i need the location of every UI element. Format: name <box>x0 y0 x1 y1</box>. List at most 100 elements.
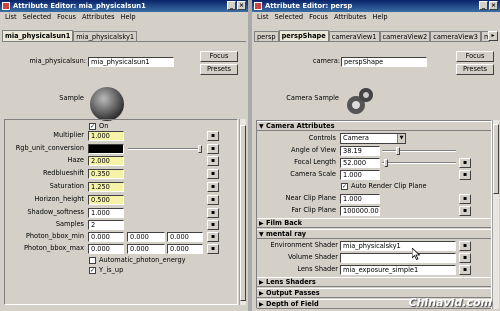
photon-bbox-min-z[interactable]: 0.000 <box>167 232 203 242</box>
photon-bbox-max-z[interactable]: 0.000 <box>167 244 203 254</box>
sample-label: Sample <box>59 94 84 102</box>
multiplier-map-button[interactable]: ▪ <box>207 131 219 141</box>
haze-field[interactable]: 2.000 <box>88 156 124 166</box>
film-back-section[interactable]: ▶ Film Back <box>257 218 491 228</box>
close-button[interactable]: × <box>489 1 498 10</box>
menu-help[interactable]: Help <box>373 12 388 23</box>
rgb-unit-slider[interactable] <box>128 145 202 153</box>
horizon-height-field[interactable]: 0.500 <box>88 195 124 205</box>
automatic-photon-energy-checkbox[interactable] <box>89 257 96 264</box>
presets-button[interactable]: Presets <box>456 64 494 75</box>
slider-knob[interactable] <box>198 145 202 153</box>
far-clip-field[interactable]: 100000.000 <box>340 206 380 216</box>
focal-length-map-button[interactable]: ▪ <box>459 158 471 168</box>
environment-shader-field[interactable]: mia_physicalsky1 <box>340 241 456 251</box>
angle-of-view-field[interactable]: 38.19 <box>340 146 380 156</box>
y-is-up-checkbox[interactable]: ✓ <box>89 267 96 274</box>
lens-shader-map-button[interactable]: ▪ <box>459 265 471 275</box>
saturation-map-button[interactable]: ▪ <box>207 182 219 192</box>
rgb-unit-swatch[interactable] <box>88 144 124 154</box>
rgb-unit-label: Rgb_unit_conversion <box>15 144 84 152</box>
scrollbar-thumb[interactable] <box>240 125 246 301</box>
lens-shaders-section[interactable]: ▶ Lens Shaders <box>257 277 491 287</box>
far-clip-map-button[interactable]: ▪ <box>459 206 471 216</box>
close-button[interactable]: × <box>237 1 246 10</box>
redblueshift-map-button[interactable]: ▪ <box>207 169 219 179</box>
menu-selected[interactable]: Selected <box>275 12 304 23</box>
camera-scale-field[interactable]: 1.000 <box>340 170 380 180</box>
camera-scale-label: Camera Scale <box>290 170 336 178</box>
camera-scale-map-button[interactable]: ▪ <box>459 170 471 180</box>
tab-persp[interactable]: persp <box>254 31 279 41</box>
tab-cameraview2[interactable]: cameraView2 <box>379 31 431 41</box>
mental-ray-section[interactable]: ▼ mental ray <box>257 229 491 239</box>
node-name-field[interactable]: mia_physicalsun1 <box>88 57 174 67</box>
node-name-field[interactable]: perspShape <box>341 57 427 67</box>
menu-list[interactable]: List <box>257 12 269 23</box>
far-clip-label: Far Clip Plane <box>291 206 336 214</box>
photon-bbox-min-x[interactable]: 0.000 <box>88 232 124 242</box>
slider-knob[interactable] <box>384 159 388 167</box>
expand-arrow-icon: ▶ <box>259 290 264 297</box>
volume-shader-label: Volume Shader <box>288 253 338 261</box>
haze-map-button[interactable]: ▪ <box>207 156 219 166</box>
right-scrollbar[interactable] <box>492 120 499 309</box>
focal-length-label: Focal Length <box>294 158 336 166</box>
camera-attributes-section[interactable]: ▼ Camera Attributes <box>257 121 491 131</box>
rgb-unit-map-button[interactable]: ▪ <box>207 144 219 154</box>
tab-mia-physicalsky[interactable]: mia_physicalsky1 <box>73 31 138 41</box>
minimize-button[interactable]: _ <box>227 1 236 10</box>
menu-list[interactable]: List <box>5 12 17 23</box>
shadow-softness-map-button[interactable]: ▪ <box>207 208 219 218</box>
photon-bbox-min-map-button[interactable]: ▪ <box>207 232 219 242</box>
redblueshift-label: Redblueshift <box>42 169 84 177</box>
tab-cameraview3[interactable]: cameraView3 <box>430 31 482 41</box>
section-label: mental ray <box>266 230 306 238</box>
near-clip-map-button[interactable]: ▪ <box>459 194 471 204</box>
title-bar[interactable]: Attribute Editor: persp <box>252 0 500 12</box>
near-clip-field[interactable]: 1.000 <box>340 194 380 204</box>
lens-shader-field[interactable]: mia_exposure_simple1 <box>340 265 456 275</box>
angle-of-view-slider[interactable] <box>382 147 456 155</box>
photon-bbox-min-y[interactable]: 0.000 <box>127 232 165 242</box>
auto-render-clip-checkbox[interactable]: ✓ <box>341 183 348 190</box>
focal-length-field[interactable]: 52.000 <box>340 158 380 168</box>
samples-map-button[interactable]: ▪ <box>207 220 219 230</box>
scrollbar-thumb[interactable] <box>493 124 499 194</box>
photon-bbox-max-label: Photon_bbox_max <box>23 244 84 252</box>
shadow-softness-field[interactable]: 1.000 <box>88 208 124 218</box>
tab-cameraview1[interactable]: cameraView1 <box>328 31 380 41</box>
presets-button[interactable]: Presets <box>200 64 238 75</box>
photon-bbox-max-map-button[interactable]: ▪ <box>207 244 219 254</box>
saturation-field[interactable]: 1.250 <box>88 182 124 192</box>
volume-shader-map-button[interactable]: ▪ <box>459 253 471 263</box>
title-bar[interactable]: Attribute Editor: mia_physicalsun1 <box>0 0 248 12</box>
focus-button[interactable]: Focus <box>456 51 494 62</box>
minimize-button[interactable]: _ <box>479 1 488 10</box>
left-scrollbar[interactable] <box>239 119 246 305</box>
focal-length-slider[interactable] <box>382 159 456 167</box>
menu-focus[interactable]: Focus <box>309 12 328 23</box>
menu-help[interactable]: Help <box>121 12 136 23</box>
tab-scroll-right-icon[interactable]: ▸ <box>488 31 498 41</box>
redblueshift-field[interactable]: 0.350 <box>88 169 124 179</box>
slider-knob[interactable] <box>396 147 400 155</box>
horizon-height-map-button[interactable]: ▪ <box>207 195 219 205</box>
menu-attributes[interactable]: Attributes <box>334 12 367 23</box>
menu-selected[interactable]: Selected <box>23 12 52 23</box>
node-name-label: camera: <box>312 57 340 65</box>
photon-bbox-max-x[interactable]: 0.000 <box>88 244 124 254</box>
multiplier-field[interactable]: 1.000 <box>88 131 124 141</box>
tab-mia-physicalsun[interactable]: mia_physicalsun1 <box>2 30 74 41</box>
focus-button[interactable]: Focus <box>200 51 238 62</box>
photon-bbox-max-y[interactable]: 0.000 <box>127 244 165 254</box>
tab-perspshape[interactable]: perspShape <box>278 30 329 41</box>
controls-dropdown[interactable]: Camera ▼ <box>340 133 406 144</box>
expand-arrow-icon: ▶ <box>259 301 264 308</box>
on-checkbox[interactable]: ✓ <box>89 123 96 130</box>
samples-field[interactable]: 2 <box>88 220 124 230</box>
volume-shader-field[interactable] <box>340 253 456 263</box>
menu-attributes[interactable]: Attributes <box>82 12 115 23</box>
menu-focus[interactable]: Focus <box>57 12 76 23</box>
environment-shader-map-button[interactable]: ▪ <box>459 241 471 251</box>
